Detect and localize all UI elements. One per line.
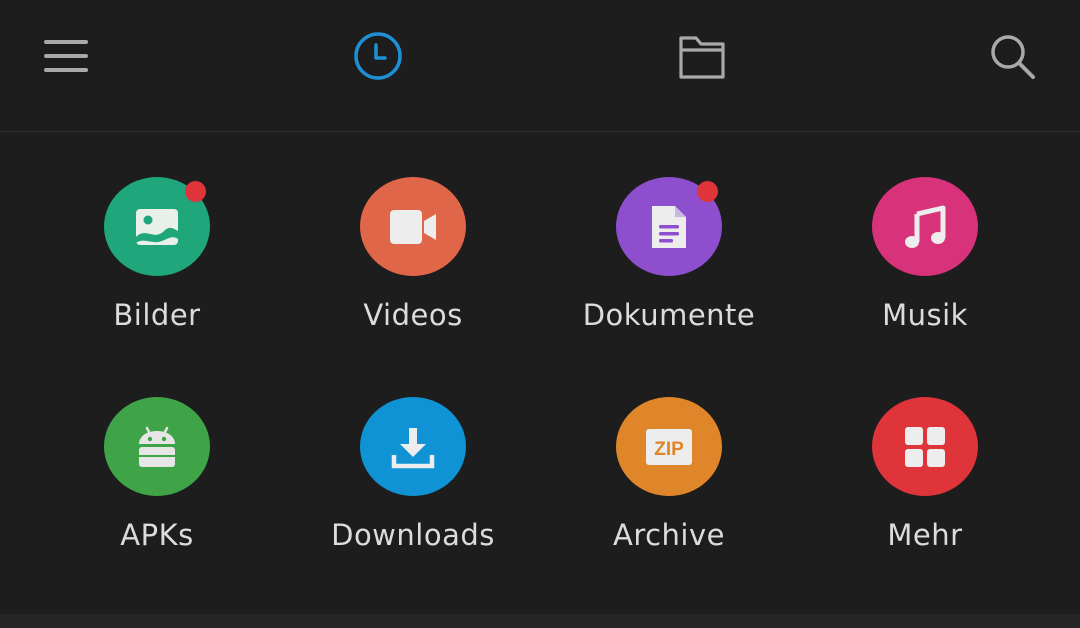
- category-circle: [872, 397, 978, 496]
- category-tile-archive[interactable]: ZIP Archive: [554, 352, 784, 552]
- category-tile-apks[interactable]: APKs: [42, 352, 272, 552]
- bottom-divider: [0, 614, 1080, 628]
- category-circle: [872, 177, 978, 276]
- notification-badge: [185, 181, 206, 202]
- category-label: Mehr: [887, 518, 963, 552]
- music-note-icon: [905, 205, 946, 248]
- search-icon: [991, 35, 1035, 79]
- folder-tab-button[interactable]: [674, 28, 730, 84]
- clock-icon: [354, 32, 402, 80]
- category-tile-mehr[interactable]: Mehr: [810, 352, 1040, 552]
- android-icon: [139, 426, 175, 467]
- video-camera-icon: [390, 209, 436, 244]
- category-label: Dokumente: [582, 298, 756, 332]
- category-grid: Bilder Videos Dokumente Musik APKs Downl…: [0, 132, 1080, 612]
- category-circle: [104, 397, 210, 496]
- zip-glyph: ZIP: [654, 439, 684, 460]
- folder-icon: [679, 36, 725, 79]
- image-icon: [136, 208, 178, 245]
- notification-badge: [697, 181, 718, 202]
- category-label: Videos: [363, 298, 463, 332]
- category-label: Archive: [612, 518, 725, 552]
- file-manager-screen: Bilder Videos Dokumente Musik APKs Downl…: [0, 0, 1080, 628]
- category-tile-musik[interactable]: Musik: [810, 132, 1040, 332]
- hamburger-menu-icon: [44, 40, 88, 72]
- search-button[interactable]: [984, 28, 1040, 84]
- category-tile-bilder[interactable]: Bilder: [42, 132, 272, 332]
- menu-button[interactable]: [38, 28, 94, 84]
- category-tile-videos[interactable]: Videos: [298, 132, 528, 332]
- document-icon: [652, 205, 686, 248]
- category-circle: [360, 397, 466, 496]
- category-tile-downloads[interactable]: Downloads: [298, 352, 528, 552]
- category-circle: [360, 177, 466, 276]
- grid-more-icon: [905, 426, 945, 467]
- category-tile-dokumente[interactable]: Dokumente: [554, 132, 784, 332]
- category-circle: ZIP: [616, 397, 722, 496]
- category-circle: [616, 177, 722, 276]
- category-label: Downloads: [331, 518, 495, 552]
- category-label: APKs: [120, 518, 194, 552]
- top-toolbar: [0, 0, 1080, 132]
- recent-tab-button[interactable]: [350, 28, 406, 84]
- category-label: Musik: [882, 298, 968, 332]
- download-icon: [391, 427, 435, 468]
- category-circle: [104, 177, 210, 276]
- category-label: Bilder: [113, 298, 201, 332]
- zip-archive-icon: ZIP: [646, 428, 692, 465]
